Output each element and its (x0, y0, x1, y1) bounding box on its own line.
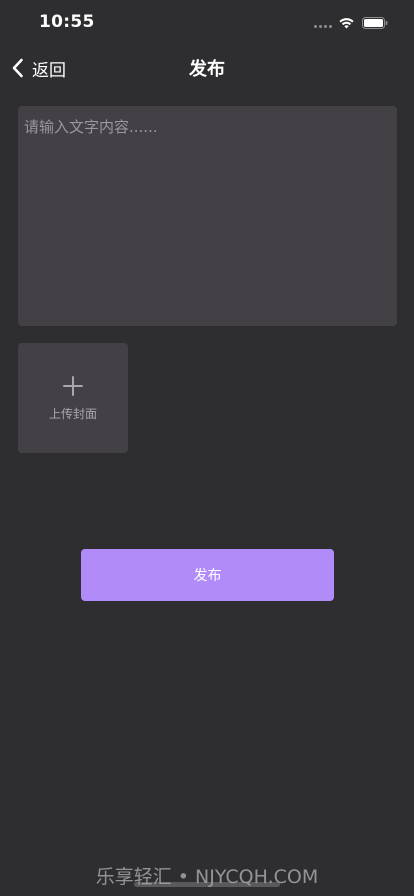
signal-dots-icon (314, 25, 332, 29)
chevron-left-icon (12, 58, 23, 78)
back-button[interactable]: 返回 (10, 54, 66, 82)
back-label: 返回 (32, 60, 66, 81)
watermark: 乐享轻汇 • NJYCQH.COM (95, 866, 319, 888)
status-time: 10:55 (39, 12, 95, 32)
battery-icon (362, 17, 388, 29)
publish-button[interactable]: 发布 (81, 549, 334, 601)
plus-icon (63, 376, 83, 396)
wifi-icon (339, 18, 354, 29)
upload-cover-button[interactable]: 上传封面 (18, 343, 128, 453)
upload-cover-label: 上传封面 (48, 407, 97, 421)
status-bar: 10:55 (0, 0, 414, 44)
content-textarea[interactable] (18, 106, 397, 326)
navigation-bar: 返回 发布 (0, 44, 414, 90)
